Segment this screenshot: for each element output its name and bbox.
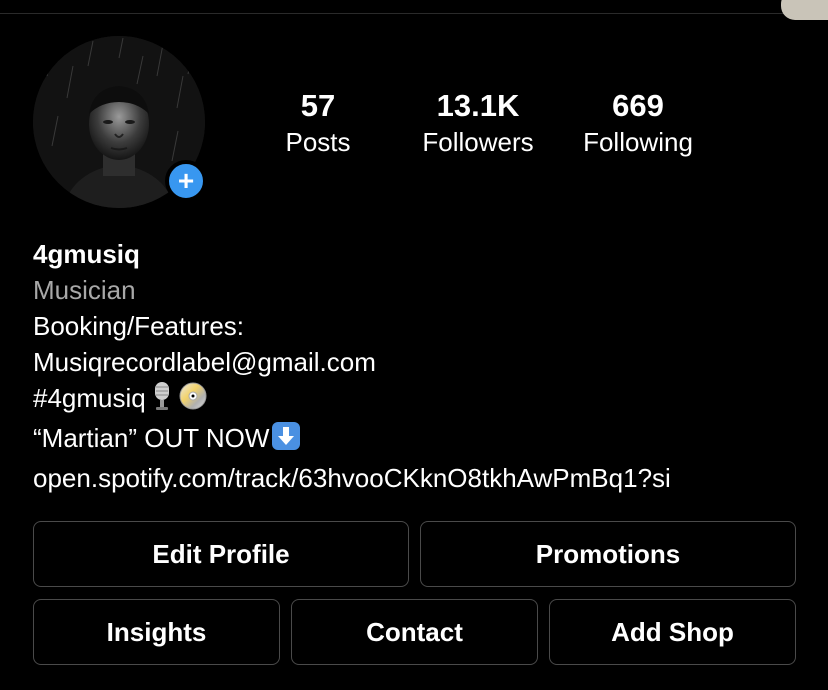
contact-button[interactable]: Contact	[291, 599, 538, 665]
following-stat[interactable]: 669 Following	[568, 88, 708, 160]
insights-label: Insights	[106, 616, 207, 647]
release-text: “Martian” OUT NOW	[33, 423, 270, 453]
bio-line-release: “Martian” OUT NOW	[33, 420, 823, 460]
followers-label: Followers	[422, 127, 534, 157]
following-count: 669	[612, 88, 664, 123]
add-story-button[interactable]: +	[165, 160, 207, 202]
bio-line-booking: Booking/Features:	[33, 311, 245, 341]
promotions-button[interactable]: Promotions	[420, 521, 796, 587]
posts-label: Posts	[285, 127, 351, 157]
hashtag-link[interactable]: #4gmusiq	[33, 383, 146, 413]
add-shop-button[interactable]: Add Shop	[549, 599, 796, 665]
followers-count: 13.1K	[436, 88, 520, 123]
posts-stat[interactable]: 57 Posts	[248, 88, 388, 160]
down-arrow-icon	[271, 421, 301, 460]
edit-profile-button[interactable]: Edit Profile	[33, 521, 409, 587]
spotify-link[interactable]: open.spotify.com/track/63hvooCKknO8tkhAw…	[33, 460, 823, 496]
microphone-icon	[150, 381, 174, 420]
insights-button[interactable]: Insights	[33, 599, 280, 665]
profile-name: 4gmusiq	[33, 239, 140, 269]
corner-overlay	[781, 0, 828, 20]
add-shop-label: Add Shop	[611, 616, 734, 647]
cd-disc-icon	[178, 381, 208, 420]
promotions-label: Promotions	[535, 538, 681, 569]
bio-line-hashtag: #4gmusiq	[33, 380, 823, 420]
profile-category: Musician	[33, 275, 136, 305]
plus-icon: +	[177, 165, 195, 196]
edit-profile-label: Edit Profile	[152, 538, 290, 569]
profile-bio: 4gmusiq Musician Booking/Features: Musiq…	[33, 236, 823, 496]
posts-count: 57	[300, 88, 336, 123]
following-label: Following	[583, 127, 693, 157]
contact-label: Contact	[366, 616, 463, 647]
bio-line-email: Musiqrecordlabel@gmail.com	[33, 347, 376, 377]
top-divider	[0, 13, 828, 14]
avatar-container[interactable]: +	[33, 36, 207, 208]
profile-stats: 57 Posts 13.1K Followers 669 Following	[258, 88, 718, 168]
followers-stat[interactable]: 13.1K Followers	[408, 88, 548, 160]
